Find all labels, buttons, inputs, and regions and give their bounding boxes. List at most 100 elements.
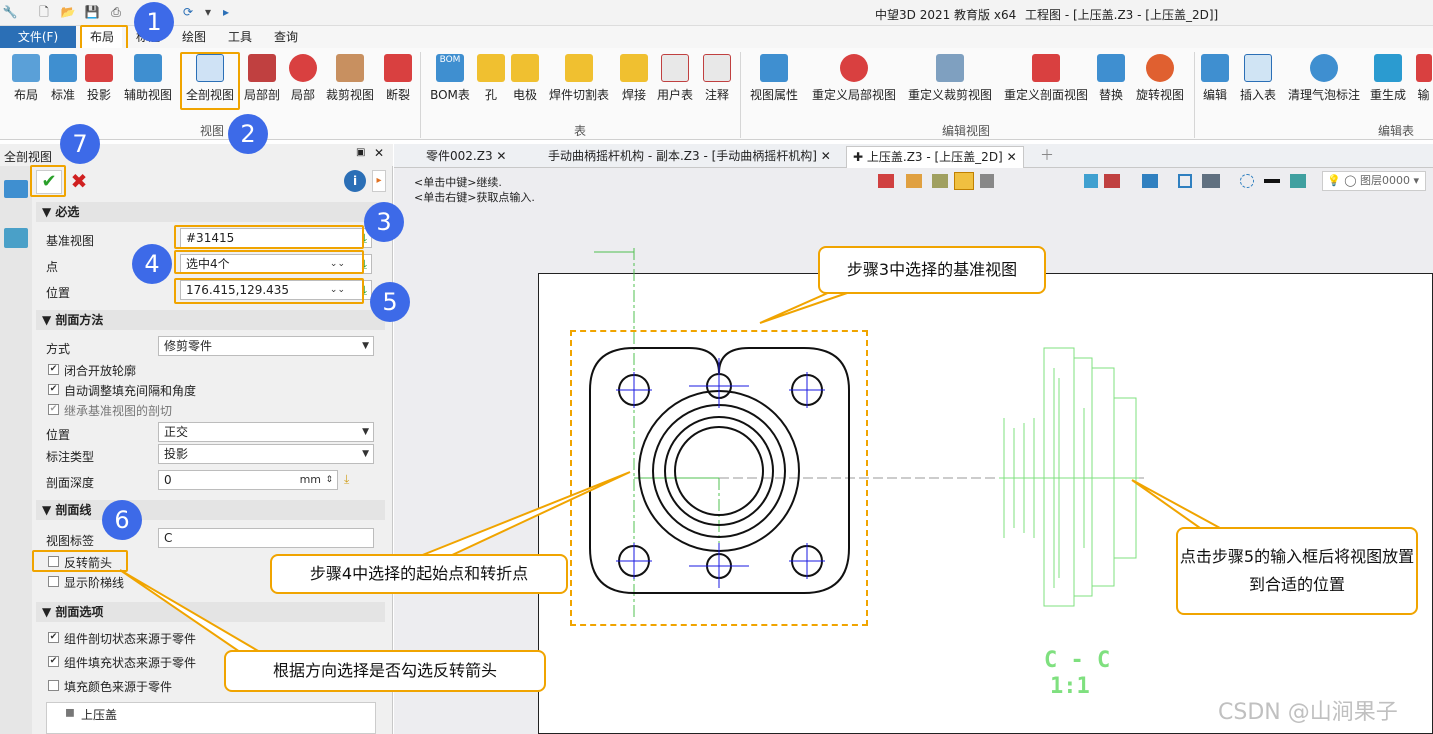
open-folder-icon[interactable]: 📂 xyxy=(60,4,76,20)
view-properties-button[interactable]: 视图属性 xyxy=(746,52,802,103)
section-options[interactable]: ▼ 剖面选项 xyxy=(36,602,385,622)
pick-icon[interactable]: ⤓ xyxy=(344,472,349,487)
auxiliary-view-button[interactable]: 辅助视图 xyxy=(120,52,176,103)
tab-crank[interactable]: 手动曲柄摇杆机构 - 副本.Z3 - [手动曲柄摇杆机构] ✕ xyxy=(542,146,837,168)
anno-type-label: 标注类型 xyxy=(46,450,95,464)
tab-tools[interactable]: 工具 xyxy=(220,26,260,48)
auto-adjust-checkbox[interactable]: ✔ xyxy=(48,384,59,395)
redefine-section-icon xyxy=(1032,54,1060,82)
group-view-label: 视图 xyxy=(200,124,225,138)
detail-view-button[interactable]: 局部 xyxy=(286,52,320,103)
help-icon[interactable]: ▸ xyxy=(372,170,386,192)
mode-label: 方式 xyxy=(46,342,71,356)
info-icon[interactable]: i xyxy=(344,170,366,192)
watermark: CSDN @山涧果子 xyxy=(1218,700,1398,725)
cancel-button[interactable]: ✖ xyxy=(66,170,92,194)
opt-cut-checkbox[interactable]: ✔ xyxy=(48,632,59,643)
section-method[interactable]: ▼ 剖面方法 xyxy=(36,310,385,330)
document-title: 工程图 - [上压盖.Z3 - [上压盖_2D]] xyxy=(1025,8,1219,22)
stepper-icon[interactable]: ⇕ xyxy=(325,471,333,489)
callout-base-view: 步骤3中选择的基准视图 xyxy=(818,246,1046,294)
hole-table-icon xyxy=(477,54,505,82)
print-icon[interactable]: ⎙ xyxy=(108,4,124,20)
redefine-detail-button[interactable]: 重定义局部视图 xyxy=(808,52,900,103)
refresh-icon[interactable]: ⟳ xyxy=(180,4,196,20)
weld-table-button[interactable]: 焊接 xyxy=(618,52,650,103)
hole-table-button[interactable]: 孔 xyxy=(476,52,506,103)
edit-button[interactable]: 编辑 xyxy=(1200,52,1230,103)
depth-input[interactable]: 0 mm ⇕ xyxy=(158,470,338,490)
view-label-label: 视图标签 xyxy=(46,534,95,548)
projection-button[interactable]: 投影 xyxy=(82,52,116,103)
rotate-view-button[interactable]: 旋转视图 xyxy=(1132,52,1188,103)
group-table-label: 表 xyxy=(574,124,587,138)
chevron-down-icon: ▼ xyxy=(362,449,369,459)
crop-view-button[interactable]: 裁剪视图 xyxy=(324,52,376,103)
redefine-crop-icon xyxy=(936,54,964,82)
tree-item-part[interactable]: 上压盖 xyxy=(81,706,117,723)
title-bar: 🔧 🗋 📂 💾 ⎙ ⟳ ▾ ▸ 中望3D 2021 教育版 x64 工程图 - … xyxy=(0,0,1433,26)
redefine-detail-icon xyxy=(840,54,868,82)
anno-type-select[interactable]: 投影 ▼ xyxy=(158,444,374,464)
tab-query[interactable]: 查询 xyxy=(266,26,306,48)
point-label: 点 xyxy=(46,260,59,274)
tab-part002[interactable]: 零件002.Z3 ✕ xyxy=(420,146,512,168)
section-tool-icon[interactable] xyxy=(4,180,28,198)
layout-button[interactable]: 布局 xyxy=(8,52,44,103)
section-required[interactable]: ▼ 必选 xyxy=(36,202,385,222)
close-icon[interactable]: ✕ xyxy=(1007,150,1017,164)
step-badge-5: 5 xyxy=(370,282,410,322)
base-view-label: 基准视图 xyxy=(46,234,95,248)
close-icon[interactable]: ✕ xyxy=(496,149,506,163)
view-label-input[interactable]: C xyxy=(158,528,374,548)
electrode-icon xyxy=(511,54,539,82)
save-icon[interactable]: 💾 xyxy=(84,4,100,20)
section-line[interactable]: ▼ 剖面线 xyxy=(36,500,385,520)
clean-balloon-button[interactable]: 清理气泡标注 xyxy=(1284,52,1364,103)
opt-color-checkbox[interactable] xyxy=(48,680,59,691)
redefine-crop-button[interactable]: 重定义裁剪视图 xyxy=(904,52,996,103)
pos-select[interactable]: 正交 ▼ xyxy=(158,422,374,442)
weld-cut-table-button[interactable]: 焊件切割表 xyxy=(546,52,612,103)
insert-table-button[interactable]: 插入表 xyxy=(1236,52,1280,103)
annotation-table-button[interactable]: 注释 xyxy=(700,52,734,103)
close-icon[interactable]: ✕ xyxy=(374,146,384,160)
dropdown-icon[interactable]: ▾ xyxy=(200,4,216,20)
tab-cover[interactable]: ✚ 上压盖.Z3 - [上压盖_2D] ✕ xyxy=(846,146,1024,168)
close-icon[interactable]: ✕ xyxy=(821,149,831,163)
section-label: C - C xyxy=(1044,648,1111,673)
break-view-icon xyxy=(384,54,412,82)
scale-label: 1:1 xyxy=(1050,674,1090,699)
partial-section-button[interactable]: 局部剖 xyxy=(242,52,282,103)
tab-draw[interactable]: 绘图 xyxy=(174,26,214,48)
close-contour-checkbox[interactable]: ✔ xyxy=(48,364,59,375)
bom-table-button[interactable]: BOM BOM表 xyxy=(428,52,472,103)
export-button[interactable]: 输 xyxy=(1414,52,1433,103)
new-file-icon[interactable]: 🗋 xyxy=(36,4,52,20)
opt-fill-checkbox[interactable]: ✔ xyxy=(48,656,59,667)
new-tab-button[interactable]: ＋ xyxy=(1034,146,1060,168)
step-badge-2: 2 xyxy=(228,114,268,154)
electrode-table-button[interactable]: 电极 xyxy=(510,52,540,103)
view-manager-icon[interactable] xyxy=(4,228,28,248)
callout-position: 点击步骤5的输入框后将视图放置到合适的位置 xyxy=(1176,527,1418,615)
redefine-section-button[interactable]: 重定义剖面视图 xyxy=(1000,52,1092,103)
highlight-base-view xyxy=(174,225,364,249)
step-badge-4: 4 xyxy=(132,244,172,284)
view-properties-icon xyxy=(760,54,788,82)
step-line-checkbox[interactable] xyxy=(48,576,59,587)
play-icon[interactable]: ▸ xyxy=(218,4,234,20)
replace-button[interactable]: 替换 xyxy=(1094,52,1128,103)
regenerate-button[interactable]: 重生成 xyxy=(1368,52,1408,103)
weld-cut-icon xyxy=(565,54,593,82)
annotation-icon xyxy=(703,54,731,82)
crop-view-icon xyxy=(336,54,364,82)
break-view-button[interactable]: 断裂 xyxy=(382,52,414,103)
user-table-button[interactable]: 用户表 xyxy=(654,52,696,103)
mode-select[interactable]: 修剪零件 ▼ xyxy=(158,336,374,356)
pin-icon[interactable]: ▣ xyxy=(356,147,365,158)
standard-view-button[interactable]: 标准 xyxy=(46,52,80,103)
file-menu[interactable]: 文件(F) xyxy=(0,26,76,48)
app-logo-icon: 🔧 xyxy=(2,5,18,19)
inherit-section-checkbox[interactable]: ✔ xyxy=(48,404,59,415)
